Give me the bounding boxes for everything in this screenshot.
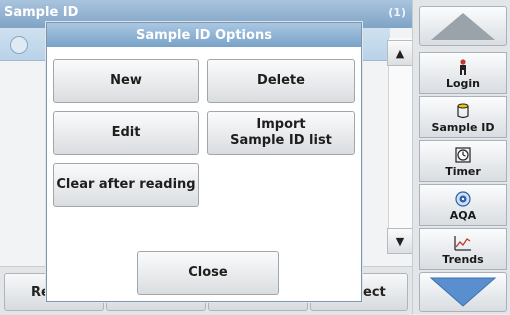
clear-after-reading-button[interactable]: Clear after reading [53,163,199,207]
sample-id-options-dialog: Sample ID Options New Delete Edit Import… [46,22,362,302]
dialog-title: Sample ID Options [47,23,361,47]
delete-button[interactable]: Delete [207,59,355,103]
new-button[interactable]: New [53,59,199,103]
edit-button[interactable]: Edit [53,111,199,155]
import-sample-id-list-button[interactable]: Import Sample ID list [207,111,355,155]
import-button-line1: Import [256,117,306,132]
modal-overlay: Sample ID Options New Delete Edit Import… [0,0,510,314]
close-button[interactable]: Close [137,251,279,295]
import-button-line2: Sample ID list [230,133,332,148]
